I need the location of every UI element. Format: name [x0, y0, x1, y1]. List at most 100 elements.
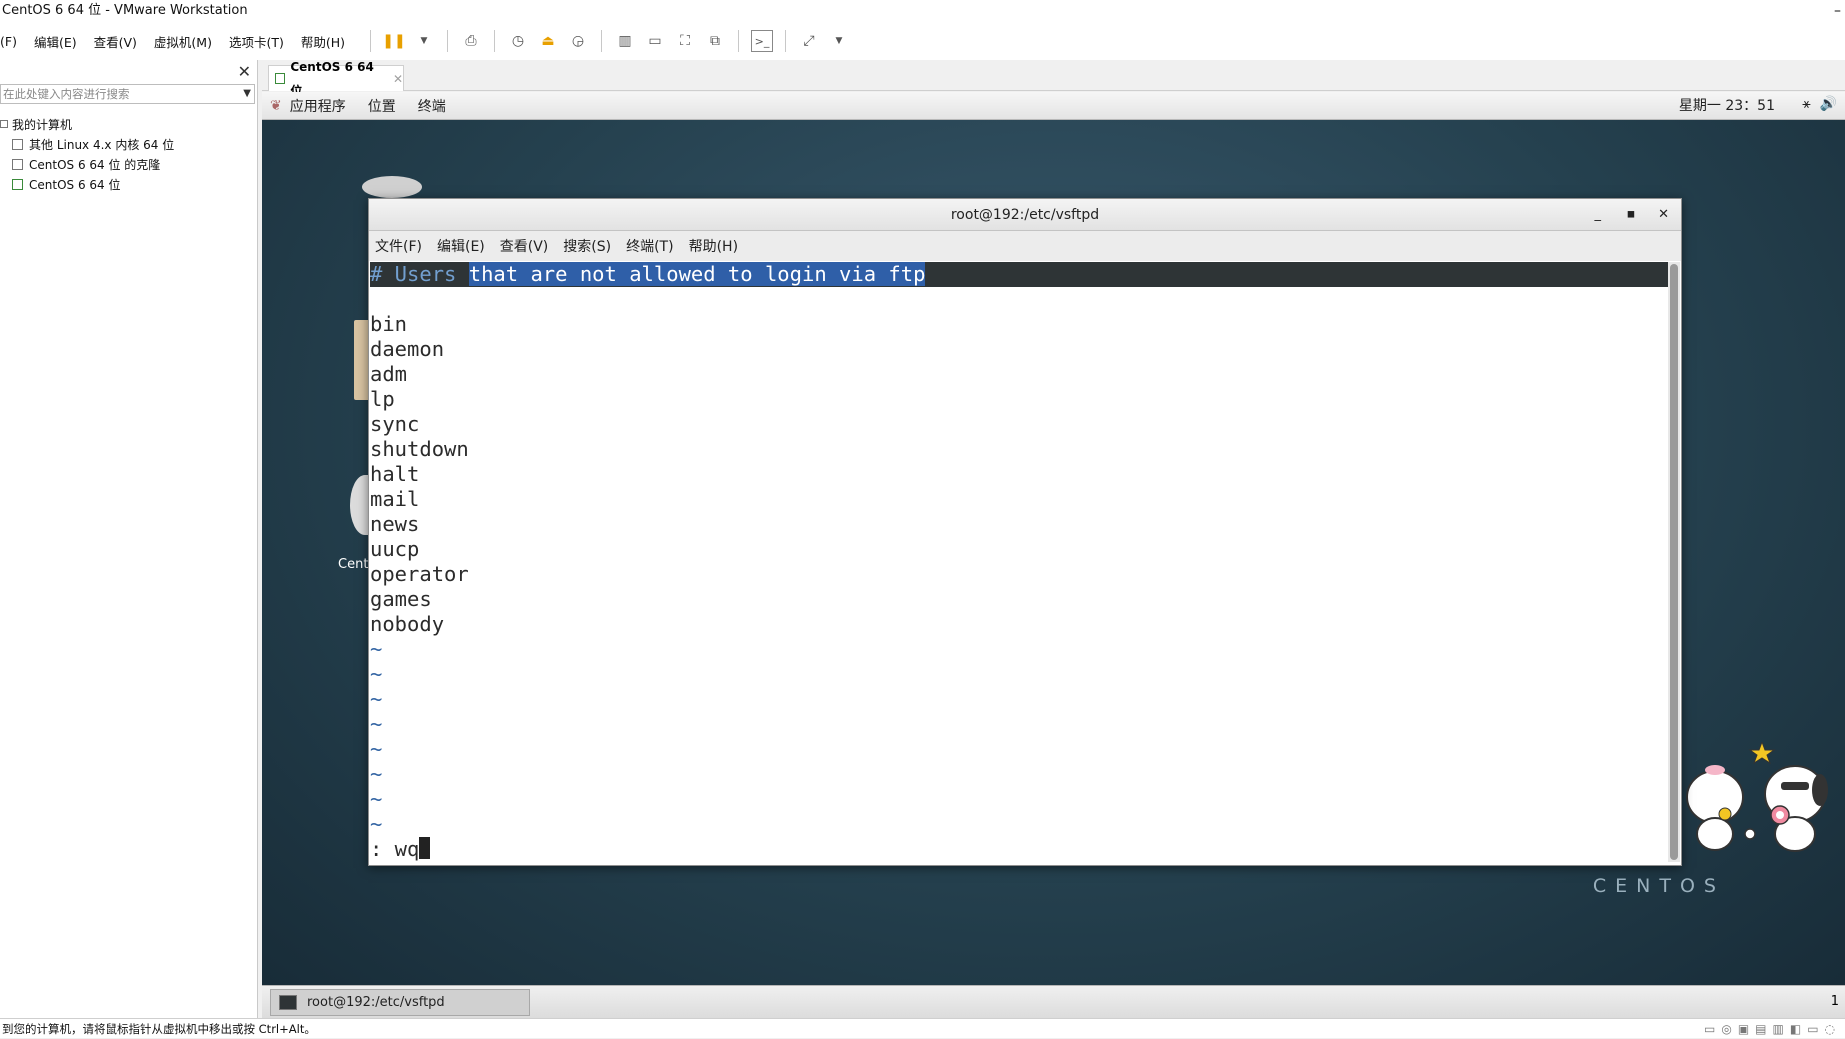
comment-prefix: # Users: [370, 262, 469, 286]
menu-terminal[interactable]: 终端(T): [626, 236, 673, 256]
console-view-icon[interactable]: >_: [751, 30, 774, 52]
user-line: lp: [370, 387, 395, 411]
tree-item-vm-centos-clone[interactable]: CentOS 6 64 位 的克隆: [0, 154, 174, 174]
expand-icon[interactable]: [0, 120, 8, 128]
toolbar-separator: [738, 30, 740, 52]
terminal-scrollbar[interactable]: [1668, 262, 1680, 862]
panel-clock[interactable]: 星期一 23：51: [1679, 92, 1775, 120]
menu-terminal-launcher[interactable]: 终端: [418, 96, 446, 116]
foot-icon: ❦: [270, 97, 282, 114]
terminal-title-bar[interactable]: root@192:/etc/vsftpd _ ◼ ✕: [369, 199, 1681, 231]
unity-icon[interactable]: ⧉: [704, 30, 726, 52]
empty-line-marker: ~: [370, 712, 383, 736]
terminal-icon: [279, 995, 297, 1010]
tab-centos[interactable]: CentOS 6 64 位 ✕: [268, 60, 404, 98]
snapshot-manager-icon[interactable]: ◶: [567, 30, 589, 52]
user-line: shutdown: [370, 437, 469, 461]
network-icon[interactable]: ⚹: [1802, 96, 1810, 112]
vm-running-icon: [275, 73, 286, 84]
menu-edit[interactable]: 编辑(E): [34, 32, 77, 51]
workspace-indicator[interactable]: 1: [1831, 994, 1839, 1009]
centos-wordmark: CENTOS: [1592, 875, 1725, 897]
tree-root-label: 我的计算机: [12, 117, 73, 132]
user-line: news: [370, 512, 420, 536]
vm-running-icon: [12, 178, 23, 190]
toolbar-separator: [494, 30, 496, 52]
fullscreen-icon[interactable]: ⛶: [674, 30, 696, 52]
close-icon[interactable]: ✕: [238, 62, 251, 81]
command-line[interactable]: : wq: [370, 837, 1669, 862]
terminal-title: root@192:/etc/vsftpd: [950, 207, 1100, 223]
tree-item-label: CentOS 6 64 位: [29, 177, 121, 192]
search-placeholder: 在此处键入内容进行搜索: [3, 87, 130, 101]
snapshot-icon[interactable]: ◷: [507, 30, 529, 52]
chevron-down-icon[interactable]: ▼: [413, 30, 435, 52]
menu-view[interactable]: 查看(V): [94, 32, 137, 51]
empty-line-marker: ~: [370, 812, 383, 836]
user-line: bin: [370, 312, 408, 336]
selected-text[interactable]: that are not allowed to login via ftp: [468, 262, 926, 286]
user-line: operator: [370, 562, 469, 586]
revert-snapshot-icon[interactable]: ⏏: [537, 30, 559, 52]
tree-item-label: CentOS 6 64 位 的克隆: [29, 157, 161, 172]
show-library-icon[interactable]: ▥: [614, 30, 636, 52]
close-icon[interactable]: ✕: [393, 67, 403, 91]
menu-file[interactable]: 文件(F): [375, 236, 422, 256]
stretch-icon[interactable]: ⤢: [798, 30, 820, 52]
vm-tab-strip: CentOS 6 64 位 ✕: [262, 60, 1845, 98]
terminal-window: root@192:/etc/vsftpd _ ◼ ✕ 文件(F) 编辑(E) 查…: [368, 198, 1682, 866]
user-line: adm: [370, 362, 408, 386]
user-line: sync: [370, 412, 420, 436]
vm-icon: [12, 158, 23, 170]
gnome-bottom-panel: root@192:/etc/vsftpd 1: [262, 985, 1845, 1018]
vm-icon: [12, 138, 23, 150]
thumbnail-icon[interactable]: ▭: [644, 30, 666, 52]
menu-tabs[interactable]: 选项卡(T): [229, 32, 284, 51]
trash-icon[interactable]: [362, 176, 422, 198]
star-icon: [1748, 742, 1776, 765]
user-line: games: [370, 587, 432, 611]
taskbar-item-label: root@192:/etc/vsftpd: [307, 995, 445, 1010]
empty-line-marker: ~: [370, 787, 383, 811]
scrollbar-thumb[interactable]: [1670, 264, 1678, 860]
user-line: nobody: [370, 612, 445, 636]
pause-icon[interactable]: ❚❚: [382, 30, 405, 52]
minimize-icon[interactable]: –: [1834, 0, 1841, 22]
window-title-bar: CentOS 6 64 位 - VMware Workstation –: [0, 0, 1845, 22]
terminal-content[interactable]: # Users that are not allowed to login vi…: [370, 262, 1669, 864]
library-panel: ✕ 在此处键入内容进行搜索 ▼ 我的计算机 其他 Linux 4.x 内核 64…: [0, 60, 258, 1018]
menu-places[interactable]: 位置: [368, 96, 396, 116]
tree-root[interactable]: 我的计算机: [0, 114, 174, 134]
mascot-sticker: [1686, 742, 1828, 852]
tree-item-label: 其他 Linux 4.x 内核 64 位: [29, 137, 175, 152]
menu-applications[interactable]: 应用程序: [290, 96, 346, 116]
empty-line-marker: ~: [370, 662, 383, 686]
tree-item-vm-centos[interactable]: CentOS 6 64 位: [0, 174, 174, 194]
tree-item-vm-other-linux[interactable]: 其他 Linux 4.x 内核 64 位: [0, 134, 174, 154]
send-keys-icon[interactable]: ⎙: [460, 30, 482, 52]
chevron-down-icon[interactable]: ▼: [243, 85, 251, 103]
empty-line-marker: ~: [370, 737, 383, 761]
volume-icon[interactable]: 🔊: [1820, 96, 1837, 112]
vmware-menubar: (F) 编辑(E) 查看(V) 虚拟机(M) 选项卡(T) 帮助(H) ❚❚ ▼…: [0, 22, 1845, 60]
menu-help[interactable]: 帮助(H): [689, 236, 738, 256]
menu-vm[interactable]: 虚拟机(M): [154, 32, 212, 51]
user-line: halt: [370, 462, 420, 486]
menu-view[interactable]: 查看(V): [500, 236, 549, 256]
taskbar-item-terminal[interactable]: root@192:/etc/vsftpd: [270, 989, 530, 1016]
text-cursor: [419, 837, 431, 859]
menu-edit[interactable]: 编辑(E): [437, 236, 485, 256]
menu-file[interactable]: (F): [0, 34, 17, 49]
library-search-input[interactable]: 在此处键入内容进行搜索 ▼: [0, 84, 255, 104]
menu-search[interactable]: 搜索(S): [563, 236, 611, 256]
maximize-icon[interactable]: ◼: [1627, 199, 1635, 231]
chevron-down-icon[interactable]: ▼: [828, 30, 850, 52]
user-line: uucp: [370, 537, 420, 561]
toolbar-separator: [447, 30, 449, 52]
close-icon[interactable]: ✕: [1658, 199, 1669, 231]
menu-help[interactable]: 帮助(H): [301, 32, 345, 51]
device-icons[interactable]: ▭◎▣▤▥◧▭◌: [1704, 1019, 1841, 1039]
minimize-icon[interactable]: _: [1595, 199, 1602, 231]
tray-icons: ⚹ 🔊: [1802, 96, 1837, 112]
